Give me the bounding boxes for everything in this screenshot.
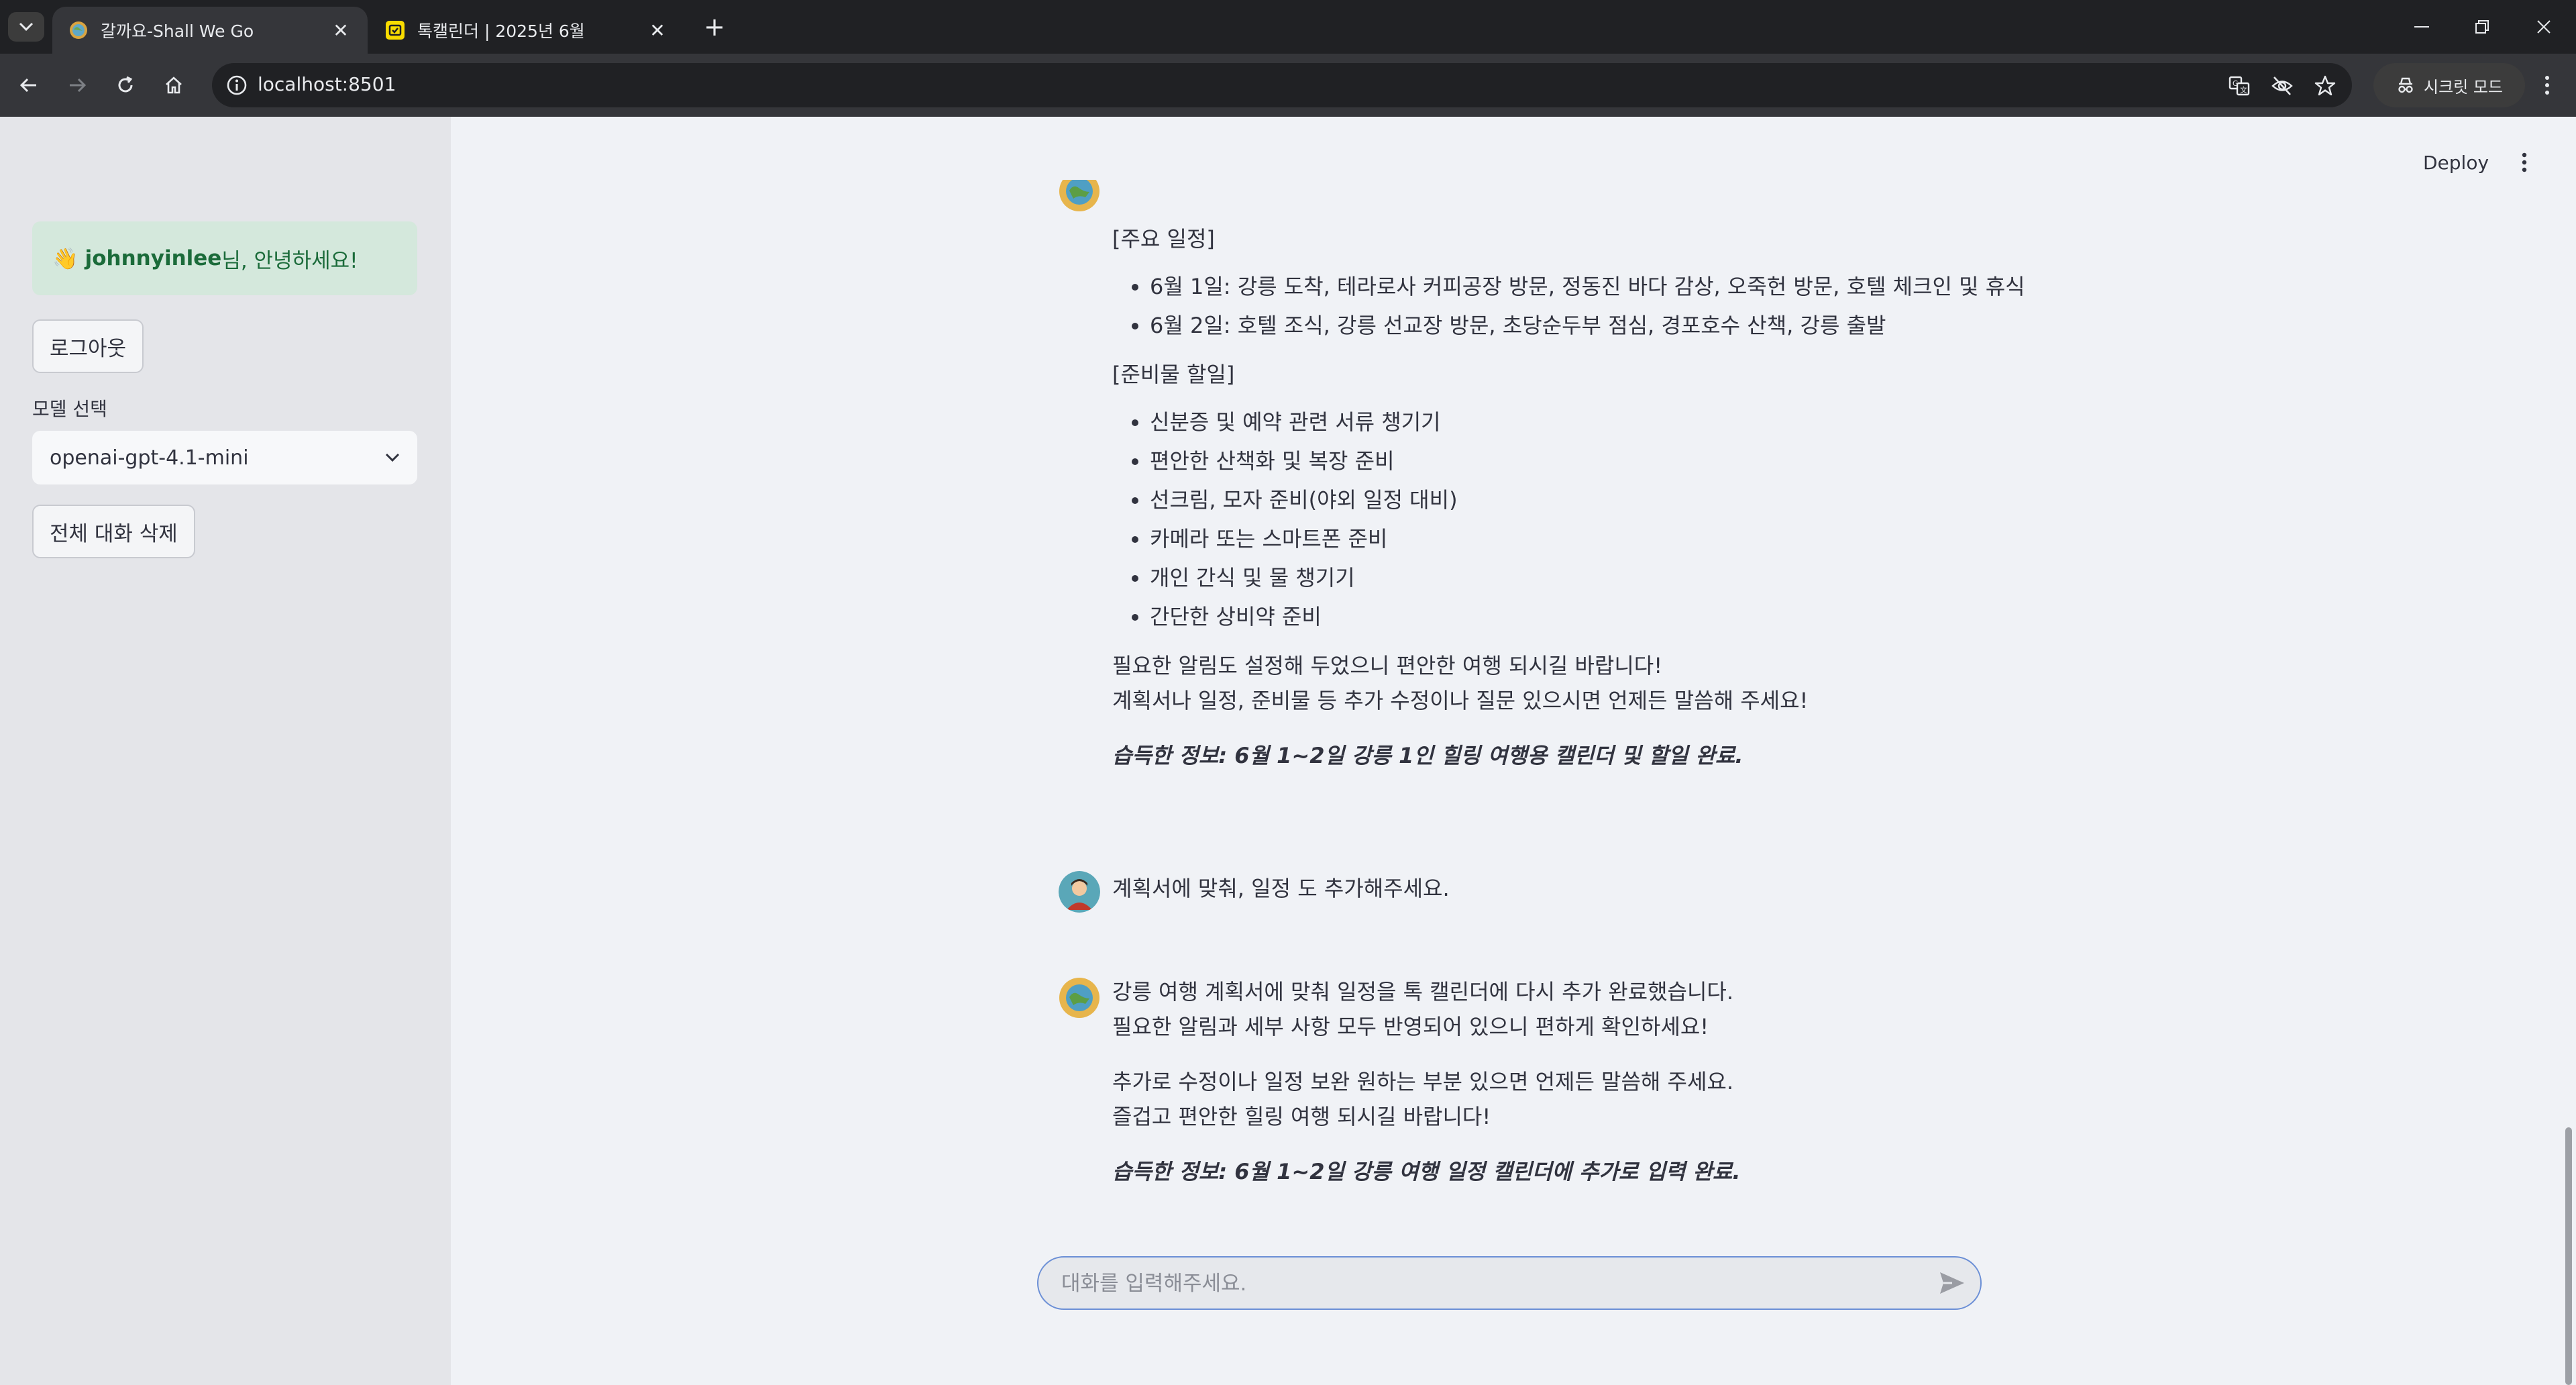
list-item: 카메라 또는 스마트폰 준비: [1150, 519, 2387, 558]
browser-tab-bar: 갈까요-Shall We Go ✕ 톡캘린더 | 2025년 6월 ✕ +: [0, 0, 2576, 54]
list-item: 선크림, 모자 준비(야외 일정 대비): [1150, 480, 2387, 519]
minimize-window-button[interactable]: [2402, 12, 2442, 42]
assistant-message: 강릉 여행 계획서에 맞춰 일정을 톡 캘린더에 다시 추가 완료했습니다. 필…: [1112, 974, 2387, 1189]
address-bar[interactable]: localhost:8501 G文: [212, 63, 2352, 107]
chat-scrollbar[interactable]: [2565, 1127, 2572, 1385]
home-icon: [166, 76, 182, 94]
send-icon[interactable]: [1937, 1270, 1967, 1296]
close-tab-icon[interactable]: ✕: [330, 19, 352, 42]
new-tab-button[interactable]: +: [698, 12, 731, 42]
more-vertical-icon: [2522, 152, 2527, 172]
list-item: 신분증 및 예약 관련 서류 챙기기: [1150, 403, 2387, 442]
message-text: 계획서에 맞춰, 일정 도 추가해주세요.: [1112, 876, 1450, 901]
message-text: 계획서나 일정, 준비물 등 추가 수정이나 질문 있으시면 언제든 말씀해 주…: [1112, 688, 1809, 713]
svg-text:G: G: [2233, 79, 2239, 88]
greeting-username: johnnyinlee: [85, 246, 222, 270]
globe-avatar-icon: [1059, 978, 1099, 1018]
incognito-label: 시크릿 모드: [2423, 77, 2504, 97]
tab-search-button[interactable]: [8, 12, 44, 42]
tab-title: 갈까요-Shall We Go: [101, 21, 254, 41]
section-title: [주요 일정]: [1112, 226, 1215, 252]
learned-info: 습득한 정보: 6월 1~2일 강릉 여행 일정 캘린더에 추가로 입력 완료.: [1112, 1159, 1741, 1184]
reload-icon: [118, 76, 133, 93]
browser-toolbar: localhost:8501 G文 시크릿 모드: [0, 54, 2576, 117]
list-item: 간단한 상비약 준비: [1150, 597, 2387, 636]
user-message: 계획서에 맞춰, 일정 도 추가해주세요.: [1112, 871, 2387, 906]
person-avatar-icon: [1059, 871, 1100, 913]
incognito-icon: [2398, 77, 2413, 93]
translate-icon: G文: [2229, 76, 2250, 96]
more-vertical-icon: [2545, 76, 2549, 95]
arrow-left-icon: [19, 78, 36, 93]
close-icon: [2537, 20, 2551, 34]
deploy-button[interactable]: Deploy: [2423, 152, 2489, 174]
arrow-right-icon: [70, 78, 87, 93]
tracking-protection-button[interactable]: [2270, 74, 2294, 98]
message-text: 필요한 알림도 설정해 두었으니 편안한 여행 되시길 바랍니다!: [1112, 653, 1663, 678]
list-item: 편안한 산책화 및 복장 준비: [1150, 442, 2387, 480]
chevron-down-icon: [385, 453, 400, 462]
clear-chat-button[interactable]: 전체 대화 삭제: [32, 505, 195, 558]
list-item: 개인 간식 및 물 챙기기: [1150, 558, 2387, 597]
minimize-icon: [2414, 26, 2429, 28]
schedule-list: 6월 1일: 강릉 도착, 테라로사 커피공장 방문, 정동진 바다 감상, 오…: [1112, 267, 2387, 345]
list-item: 6월 1일: 강릉 도착, 테라로사 커피공장 방문, 정동진 바다 감상, 오…: [1150, 267, 2387, 306]
home-button[interactable]: [157, 68, 191, 102]
tab-title: 톡캘린더 | 2025년 6월: [417, 21, 585, 41]
close-window-button[interactable]: [2524, 12, 2564, 42]
forward-button[interactable]: [60, 68, 94, 102]
incognito-indicator[interactable]: 시크릿 모드: [2373, 63, 2525, 107]
greeting-banner: 👋 johnnyinlee 님, 안녕하세요!: [32, 221, 417, 295]
model-select[interactable]: openai-gpt-4.1-mini: [32, 431, 417, 484]
chevron-down-icon: [19, 22, 34, 32]
message-text: 추가로 수정이나 일정 보완 원하는 부분 있으면 언제든 말씀해 주세요.: [1112, 1069, 1734, 1094]
reload-button[interactable]: [109, 68, 142, 102]
site-info-icon[interactable]: [225, 74, 248, 97]
greeting-text: 님, 안녕하세요!: [221, 248, 358, 273]
restore-window-button[interactable]: [2462, 12, 2502, 42]
eye-off-icon: [2271, 76, 2293, 95]
globe-favicon-icon: [70, 21, 87, 39]
browser-menu-button[interactable]: [2530, 68, 2564, 102]
model-select-value: openai-gpt-4.1-mini: [50, 446, 249, 470]
bookmark-button[interactable]: [2313, 74, 2337, 98]
todo-list: 신분증 및 예약 관련 서류 챙기기 편안한 산책화 및 복장 준비 선크림, …: [1112, 403, 2387, 636]
user-avatar: [1059, 871, 1100, 913]
section-title: [준비물 할일]: [1112, 362, 1235, 387]
message-text: 즐겁고 편안한 힐링 여행 되시길 바랍니다!: [1112, 1104, 1491, 1129]
model-select-label: 모델 선택: [32, 398, 107, 420]
message-text: 필요한 알림과 세부 사항 모두 반영되어 있으니 편하게 확인하세요!: [1112, 1014, 1709, 1039]
restore-icon: [2475, 20, 2489, 34]
chat-input-box[interactable]: [1037, 1256, 1982, 1310]
tab-shall-we-go[interactable]: 갈까요-Shall We Go ✕: [52, 7, 368, 54]
svg-text:文: 文: [2240, 85, 2247, 95]
star-icon: [2314, 75, 2336, 96]
tab-talk-calendar[interactable]: 톡캘린더 | 2025년 6월 ✕: [369, 7, 684, 54]
app-menu-button[interactable]: [2514, 149, 2534, 176]
chat-input[interactable]: [1060, 1268, 1908, 1299]
close-tab-icon[interactable]: ✕: [647, 19, 668, 42]
calendar-favicon-icon: [386, 21, 405, 40]
url-text: localhost:8501: [258, 73, 396, 95]
back-button[interactable]: [12, 68, 46, 102]
translate-button[interactable]: G文: [2227, 74, 2251, 98]
wave-emoji: 👋: [52, 246, 78, 271]
assistant-avatar: [1059, 977, 1100, 1019]
logout-button[interactable]: 로그아웃: [32, 319, 144, 373]
assistant-message: [주요 일정] 6월 1일: 강릉 도착, 테라로사 커피공장 방문, 정동진 …: [1112, 221, 2387, 773]
list-item: 6월 2일: 호텔 조식, 강릉 선교장 방문, 초당순두부 점심, 경포호수 …: [1150, 306, 2387, 345]
sidebar: 👋 johnnyinlee 님, 안녕하세요! 로그아웃 모델 선택 openai…: [0, 117, 451, 1385]
message-text: 강릉 여행 계획서에 맞춰 일정을 톡 캘린더에 다시 추가 완료했습니다.: [1112, 979, 1734, 1005]
learned-info: 습득한 정보: 6월 1~2일 강릉 1인 힐링 여행용 캘린더 및 할일 완료…: [1112, 743, 1743, 768]
